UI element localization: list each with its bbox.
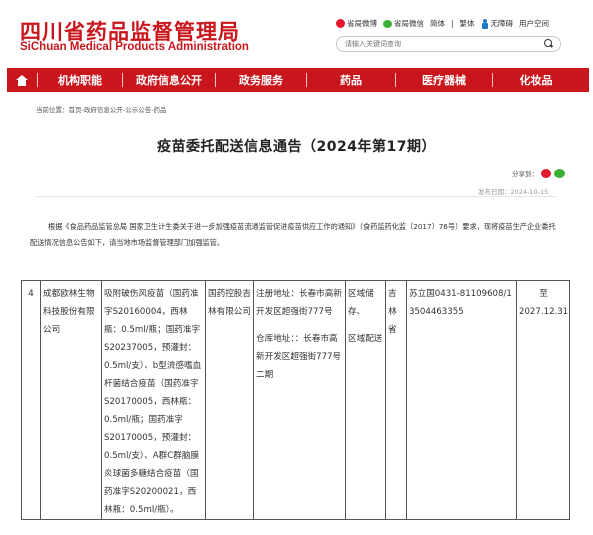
nav-item-drugs[interactable]: 药品 xyxy=(307,72,395,88)
cell-company: 成都欧林生物科技股份有限公司 xyxy=(40,280,102,520)
share-bar: 分享到： xyxy=(512,168,565,178)
weibo-link[interactable]: 省局微博 xyxy=(336,18,377,29)
cell-province: 吉林省 xyxy=(385,280,407,520)
registered-address: 注册地址：长春市高新开发区超强街777号 xyxy=(256,289,342,317)
area-delivery: 区域配送 xyxy=(348,334,383,344)
weibo-icon xyxy=(336,19,345,28)
nav-item-info-disclosure[interactable]: 政府信息公开 xyxy=(123,72,215,88)
site-logo-en[interactable]: SiChuan Medical Products Administration xyxy=(20,41,249,53)
nav-item-cosmetics[interactable]: 化妆品 xyxy=(493,72,579,88)
cell-no: 4 xyxy=(21,280,41,520)
site-header: 四川省药品监督管理局 SiChuan Medical Products Admi… xyxy=(0,0,593,62)
top-links: 省局微博 省局微信 简体 | 繁体 无障碍 用户空间 xyxy=(336,18,549,29)
accessibility-icon xyxy=(481,18,489,29)
wechat-share-icon[interactable] xyxy=(554,168,565,178)
nav-home[interactable] xyxy=(7,68,37,92)
cell-area: 区域储存、 区域配送 xyxy=(345,280,386,520)
nav-item-devices[interactable]: 医疗器械 xyxy=(396,72,492,88)
breadcrumb[interactable]: 当前位置：首页-政府信息公开-公示公告-药品 xyxy=(36,104,167,114)
cell-valid: 至2027.12.31 xyxy=(515,280,571,520)
nav-item-institution[interactable]: 机构职能 xyxy=(38,72,122,88)
traditional-link[interactable]: 繁体 xyxy=(460,18,475,29)
wechat-icon xyxy=(383,19,392,28)
divider xyxy=(36,196,556,197)
user-space-link[interactable]: 用户空间 xyxy=(519,18,549,29)
search-box xyxy=(336,36,561,52)
page-title: 疫苗委托配送信息通告（2024年第17期） xyxy=(157,139,436,155)
cell-distributor: 国药控股吉林有限公司 xyxy=(205,280,254,520)
lang-divider: | xyxy=(451,19,454,28)
cell-address: 注册地址：长春市高新开发区超强街777号 仓库地址：：长春市高新开发区超强街77… xyxy=(253,280,346,520)
table-row: 4 成都欧林生物科技股份有限公司 吸附破伤风疫苗（国药准字S20160004，西… xyxy=(21,280,571,520)
cell-vaccine: 吸附破伤风疫苗（国药准字S20160004，西林瓶：0.5ml/瓶；国药准字S2… xyxy=(101,280,206,520)
main-nav: 机构职能 政府信息公开 政务服务 药品 医疗器械 化妆品 xyxy=(7,68,589,92)
simplified-link[interactable]: 简体 xyxy=(430,18,445,29)
share-label: 分享到： xyxy=(512,170,538,178)
vaccine-table: 4 成都欧林生物科技股份有限公司 吸附破伤风疫苗（国药准字S20160004，西… xyxy=(21,280,571,520)
area-storage: 区域储存、 xyxy=(348,289,374,317)
warehouse-address: 仓库地址：：长春市高新开发区超强街777号二期 xyxy=(256,334,342,380)
search-input[interactable] xyxy=(345,38,535,50)
article-body: 根据《食品药品监管总局 国家卫生计生委关于进一步加强疫苗流通监管促进疫苗供应工作… xyxy=(30,222,556,247)
home-icon xyxy=(16,74,28,86)
nav-item-services[interactable]: 政务服务 xyxy=(216,72,306,88)
weibo-share-icon[interactable] xyxy=(541,168,551,178)
cell-permit: 苏立国0431-81109608/13504463355 xyxy=(406,280,517,520)
accessibility-link[interactable]: 无障碍 xyxy=(481,18,513,29)
publish-date: 发布日期：2024-10-15 xyxy=(478,188,549,196)
search-icon[interactable] xyxy=(544,39,552,47)
wechat-link[interactable]: 省局微信 xyxy=(383,18,424,29)
